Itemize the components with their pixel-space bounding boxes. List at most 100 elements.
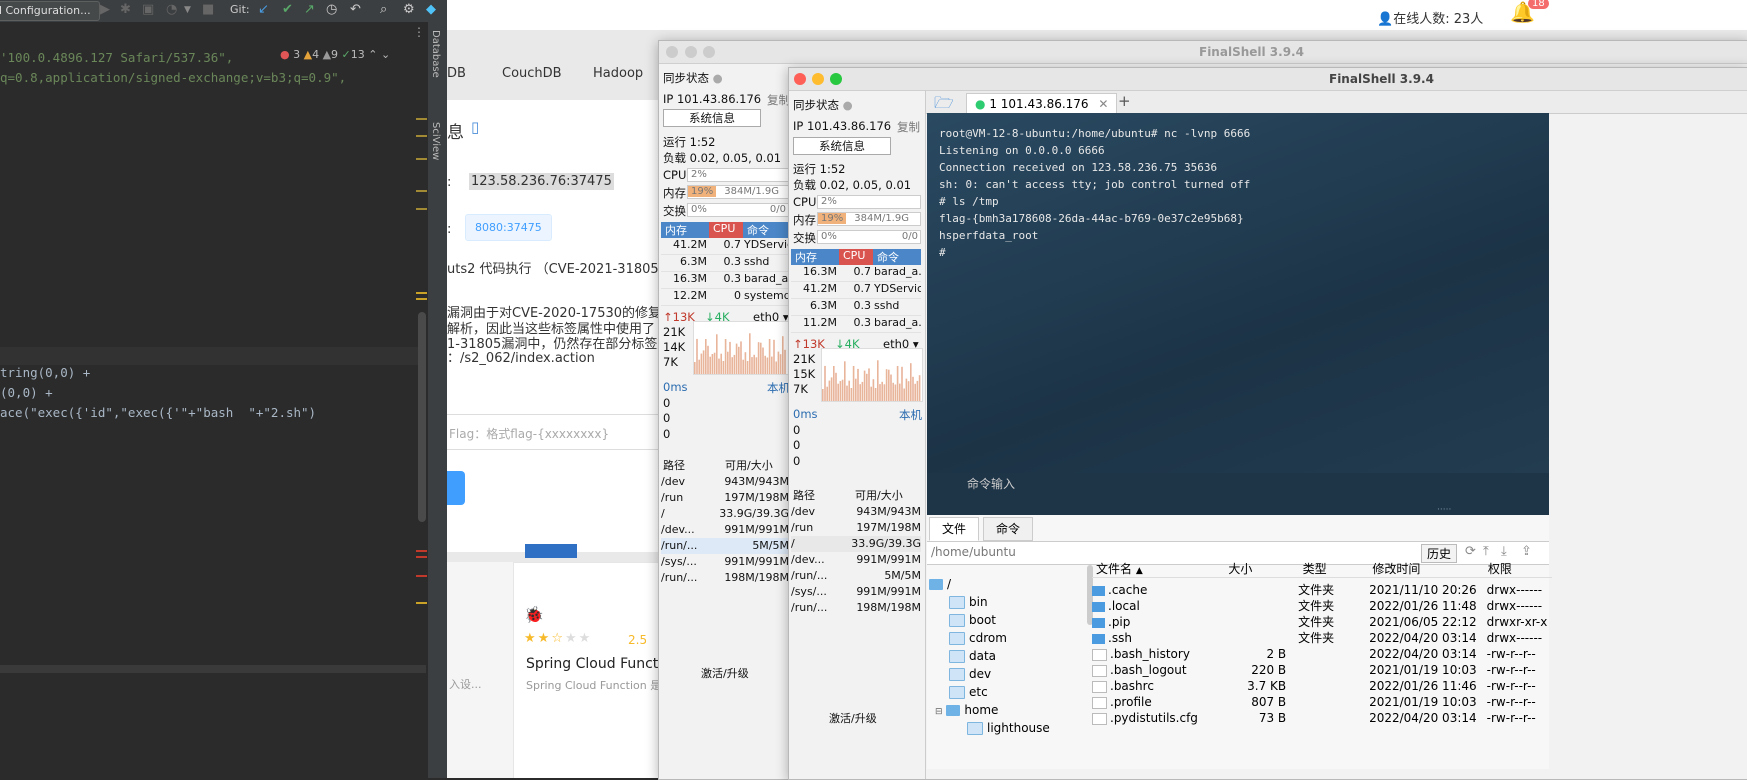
upgrade-link[interactable]: 激活/升级 xyxy=(701,665,749,681)
ping-host[interactable]: 本机 xyxy=(899,407,922,423)
tree-item[interactable]: cdrom xyxy=(949,631,1007,645)
file-row[interactable]: .ssh 文件夹 2022/04/20 03:14 drwx------ xyxy=(1092,630,1552,646)
history-icon[interactable]: ◷ xyxy=(326,2,337,18)
tree-item[interactable]: etc xyxy=(949,685,988,699)
file-row[interactable]: .bash_history 2 B 2022/04/20 03:14 -rw-r--r… xyxy=(1092,646,1552,662)
copy-link[interactable]: 复制 xyxy=(767,92,790,108)
process-row[interactable]: 12.2M 0 systemd xyxy=(661,289,789,306)
disk-row[interactable]: /sys/... 991M/991M xyxy=(791,584,921,600)
close-tab-icon[interactable]: ✕ xyxy=(1098,97,1108,111)
run-icon[interactable]: ▶ xyxy=(100,2,110,18)
rollback-icon[interactable]: ↶ xyxy=(350,2,361,18)
tree-item[interactable]: data xyxy=(949,649,996,663)
sciview-tab[interactable]: SciView xyxy=(430,122,441,160)
file-name: .pydistutils.cfg xyxy=(1110,711,1198,725)
disk-row[interactable]: /dev 943M/943M xyxy=(791,504,921,520)
git-push-icon[interactable]: ↗ xyxy=(304,2,315,18)
tree-item[interactable]: bin xyxy=(949,595,988,609)
disk-row[interactable]: /33.9G/39.3G xyxy=(791,536,921,552)
book-icon[interactable]: ▯ xyxy=(471,118,479,136)
add-tab-icon[interactable]: + xyxy=(1118,92,1131,110)
disk-row[interactable]: /dev 943M/943M xyxy=(661,474,789,490)
process-row[interactable]: 16.3M0.7barad_a... xyxy=(791,265,921,282)
submit-button[interactable] xyxy=(447,471,465,505)
user-icon: 👤 xyxy=(1377,12,1394,27)
copy-link[interactable]: 复制 xyxy=(897,119,920,135)
profile-icon[interactable]: ◔ xyxy=(166,2,177,18)
tab-commands[interactable]: 命令 xyxy=(983,517,1034,541)
git-update-icon[interactable]: ↙ xyxy=(258,2,269,18)
terminal[interactable]: root@VM-12-8-ubuntu:/home/ubuntu# nc -lv… xyxy=(927,113,1549,473)
process-row[interactable]: 41.2M0.7YDService xyxy=(661,238,789,255)
search-icon[interactable]: ⌕ xyxy=(380,2,387,18)
tree-item[interactable]: boot xyxy=(949,613,996,627)
process-row[interactable]: 16.3M0.3barad_a... xyxy=(661,272,789,289)
process-row[interactable]: 11.2M0.3barad_a... xyxy=(791,316,921,333)
command-input[interactable]: 命令输入 ····· xyxy=(927,473,1549,515)
run-configuration-select[interactable]: d Configuration... xyxy=(0,1,100,21)
disk-row[interactable]: /run 197M/198M xyxy=(791,520,921,536)
target-address[interactable]: 123.58.236.76:37475 xyxy=(469,173,614,190)
traffic-bar xyxy=(782,336,784,374)
debug-icon[interactable]: ✱ xyxy=(120,2,131,18)
maximize-icon[interactable] xyxy=(703,46,715,58)
maximize-icon[interactable] xyxy=(830,73,842,85)
editor-horizontal-scrollbar[interactable] xyxy=(0,665,426,673)
file-row[interactable]: .bashrc 3.7 KB 2022/01/26 11:46 -rw-r--r-- xyxy=(1092,678,1552,694)
disk-row[interactable]: /run/... 5M/5M xyxy=(791,568,921,584)
disk-row[interactable]: /run/... 198M/198M xyxy=(791,600,921,616)
download-icon[interactable]: ⤓ xyxy=(1501,544,1507,559)
button-fragment[interactable] xyxy=(525,544,577,558)
disk-row[interactable]: /run/... 198M/198M xyxy=(661,570,789,586)
tab-files[interactable]: 文件 xyxy=(929,517,980,541)
file-row[interactable]: .pip 文件夹 2021/06/05 22:12 drwxr-xr-x xyxy=(1092,614,1552,630)
resize-handle[interactable]: ····· xyxy=(1437,505,1451,515)
tree-item[interactable]: dev xyxy=(949,667,991,681)
refresh-icon[interactable]: ⟳ xyxy=(1465,544,1476,559)
file-row[interactable]: .bash_logout 220 B 2021/01/19 10:03 -rw-r--… xyxy=(1092,662,1552,678)
plugin-icon[interactable]: ◆ xyxy=(426,2,436,18)
disk-row[interactable]: /33.9G/39.3G xyxy=(661,506,789,522)
nav-item[interactable]: Hadoop xyxy=(593,66,643,81)
disk-row[interactable]: /sys/... 991M/991M xyxy=(661,554,789,570)
file-row[interactable]: .cache 文件夹 2021/11/10 20:26 drwx------ xyxy=(1092,582,1552,598)
sysinfo-button[interactable]: 系统信息 xyxy=(793,137,891,155)
editor-vertical-scrollbar[interactable] xyxy=(418,312,426,522)
chevron-down-icon[interactable]: ▼ xyxy=(184,2,191,18)
process-row[interactable]: 6.3M 0.3 sshd xyxy=(661,255,789,272)
path-input[interactable]: /home/ubuntu xyxy=(931,545,1016,559)
tree-item[interactable]: / xyxy=(929,577,951,591)
minimize-icon[interactable] xyxy=(685,46,697,58)
tree-item[interactable]: ⊟ home xyxy=(935,703,998,717)
up-dir-icon[interactable]: ⤒ xyxy=(1483,544,1489,559)
gear-icon[interactable]: ⚙ xyxy=(403,2,415,18)
close-icon[interactable] xyxy=(666,46,678,58)
disk-row[interactable]: /dev... 991M/991M xyxy=(791,552,921,568)
process-row[interactable]: 41.2M0.7YDService xyxy=(791,282,921,299)
database-tab[interactable]: Database xyxy=(430,30,441,78)
file-row[interactable]: .pydistutils.cfg 73 B 2022/04/20 03:14 -rw-… xyxy=(1092,710,1552,726)
nav-item[interactable]: CouchDB xyxy=(502,66,562,81)
git-commit-icon[interactable]: ✔ xyxy=(282,2,293,18)
upgrade-link[interactable]: 激活/升级 xyxy=(829,710,877,726)
session-tab[interactable]: ● 1 101.43.86.176 ✕ xyxy=(966,93,1118,114)
stop-icon[interactable]: ■ xyxy=(202,2,214,18)
file-row[interactable]: .local 文件夹 2022/01/26 11:48 drwx------ xyxy=(1092,598,1552,614)
ping-host[interactable]: 本机 xyxy=(767,380,790,396)
flag-input[interactable]: Flag：格式flag-{xxxxxxxx} xyxy=(447,414,662,450)
net-upload: ↑13K xyxy=(663,310,695,324)
disk-row[interactable]: /dev... 991M/991M xyxy=(661,522,789,538)
disk-row[interactable]: /run/... 5M/5M xyxy=(661,538,789,554)
close-icon[interactable] xyxy=(794,73,806,85)
tree-item[interactable]: lighthouse xyxy=(967,721,1050,735)
nav-item[interactable]: DB xyxy=(447,66,466,81)
disk-row[interactable]: /run 197M/198M xyxy=(661,490,789,506)
upload-icon[interactable]: ⇪ xyxy=(1521,544,1532,559)
coverage-icon[interactable]: ▣ xyxy=(142,2,154,18)
more-icon[interactable]: ⋮ xyxy=(413,25,425,39)
minimize-icon[interactable] xyxy=(812,73,824,85)
process-row[interactable]: 6.3M 0.3 sshd xyxy=(791,299,921,316)
sysinfo-button[interactable]: 系统信息 xyxy=(663,109,761,127)
file-row[interactable]: .profile 807 B 2021/01/19 10:03 -rw-r--r-- xyxy=(1092,694,1552,710)
code-editor[interactable]: '100.0.4896.127 Safari/537.36", q=0.8,ap… xyxy=(0,44,426,744)
